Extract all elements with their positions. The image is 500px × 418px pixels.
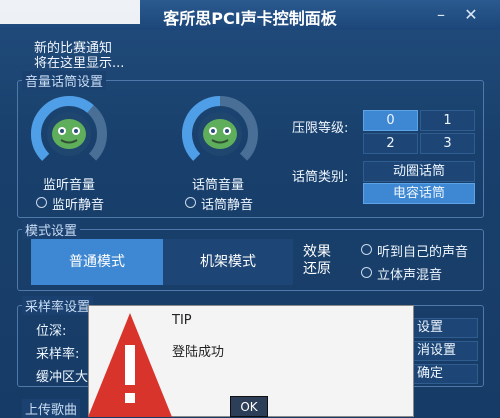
monitor-volume-knob[interactable] xyxy=(27,92,111,172)
limiter-option-0[interactable]: 0 xyxy=(363,110,418,131)
effect-reset-button[interactable]: 效果 还原 xyxy=(297,244,337,278)
rack-mode-button[interactable]: 机架模式 xyxy=(163,239,293,285)
buffer-label: 缓冲区大 xyxy=(36,370,89,385)
dialog-title: TIP xyxy=(172,313,192,328)
ok-button[interactable]: OK xyxy=(230,396,268,417)
mic-volume-knob[interactable] xyxy=(178,92,262,172)
cancel-set-button[interactable]: 消设置 xyxy=(410,341,478,361)
set-button[interactable]: 设置 xyxy=(410,318,478,338)
hear-self-label: 听到自己的声音 xyxy=(377,245,469,260)
notice-line-2: 将在这里显示... xyxy=(34,56,125,71)
monitor-mute-radio[interactable] xyxy=(36,197,47,208)
upload-song-label: 上传歌曲 xyxy=(22,399,81,418)
hear-self-radio[interactable] xyxy=(361,244,372,255)
mic-type-label: 话筒类别: xyxy=(292,170,349,185)
limiter-option-1[interactable]: 1 xyxy=(420,110,475,131)
mode-group-label: 模式设置 xyxy=(22,220,81,239)
effect-reset-line-2: 还原 xyxy=(303,261,331,277)
volume-mic-group-label: 音量话筒设置 xyxy=(22,71,107,90)
sample-rate-label: 采样率: xyxy=(36,347,80,362)
mic-volume-label: 话筒音量 xyxy=(192,178,245,193)
bit-depth-label: 位深: xyxy=(36,324,67,339)
limiter-option-2[interactable]: 2 xyxy=(363,133,418,154)
limiter-option-3[interactable]: 3 xyxy=(420,133,475,154)
window-title: 客所思PCI声卡控制面板 xyxy=(163,9,337,28)
dialog-message: 登陆成功 xyxy=(172,345,225,360)
monitor-mute-label: 监听静音 xyxy=(52,198,105,213)
dynamic-mic-option[interactable]: 动圈话筒 xyxy=(363,161,475,182)
stereo-mix-radio[interactable] xyxy=(361,267,372,278)
stereo-mix-label: 立体声混音 xyxy=(377,268,443,283)
mic-mute-radio[interactable] xyxy=(185,197,196,208)
condenser-mic-option[interactable]: 电容话筒 xyxy=(363,183,475,204)
close-icon[interactable]: ✕ xyxy=(460,4,482,26)
normal-mode-button[interactable]: 普通模式 xyxy=(31,239,163,285)
mic-mute-label: 话筒静音 xyxy=(201,198,254,213)
sample-rate-group-label: 采样率设置 xyxy=(22,296,94,315)
confirm-button[interactable]: 确定 xyxy=(410,364,478,384)
minimize-icon[interactable]: – xyxy=(430,4,452,26)
effect-reset-line-1: 效果 xyxy=(303,244,331,260)
limiter-label: 压限等级: xyxy=(292,121,349,136)
monitor-volume-label: 监听音量 xyxy=(43,178,96,193)
